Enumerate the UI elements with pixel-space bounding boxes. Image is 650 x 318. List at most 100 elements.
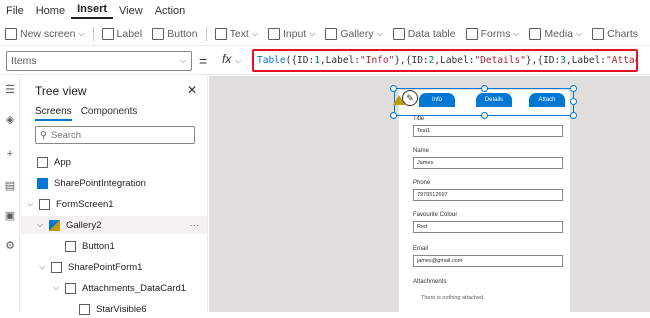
email-input[interactable]: james@gmail.com <box>413 255 563 267</box>
media-icon[interactable]: ▣ <box>4 210 16 222</box>
new-screen-button[interactable]: New screen ⌵ <box>0 27 90 40</box>
data-table-icon <box>392 27 405 40</box>
chevron-down-icon: ⌵ <box>53 283 60 292</box>
media-button[interactable]: Media ⌵ <box>524 27 587 40</box>
button-icon <box>152 27 165 40</box>
gallery-icon <box>49 219 60 231</box>
equals-sign: = <box>199 53 208 69</box>
text-button[interactable]: Text ⌵ <box>210 27 263 40</box>
divider <box>205 26 207 41</box>
tree-item-sharepointintegration[interactable]: SharePointIntegration <box>37 174 207 192</box>
gallery-button-info[interactable]: Info <box>419 93 455 107</box>
new-screen-label: New screen <box>20 27 76 40</box>
close-icon[interactable]: ✕ <box>187 83 197 97</box>
input-button[interactable]: Input ⌵ <box>263 27 320 40</box>
name-field: Name James <box>413 148 563 169</box>
design-canvas: Info Details Attach ✎ Title Test1 Name J… <box>209 76 650 312</box>
tree-item-label: Button1 <box>82 240 115 252</box>
tree-item-label: Attachments_DataCard1 <box>82 282 187 294</box>
property-dropdown[interactable]: Items ⌵ <box>6 51 192 71</box>
formula-bar: Items ⌵ = fx ⌵ Table ({ID: 1 ,Label: "Info"}… <box>0 47 650 75</box>
tree-item-label: App <box>54 156 71 168</box>
title-field: Title Test1 <box>413 116 563 137</box>
search-input[interactable] <box>50 129 181 141</box>
media-button-label: Media <box>544 27 574 40</box>
gallery-button-details[interactable]: Details <box>476 93 512 107</box>
field-label: Title <box>413 116 425 122</box>
name-input[interactable]: James <box>413 157 563 169</box>
fx-button[interactable]: fx ⌵ <box>222 52 241 66</box>
search-box[interactable]: ⚲ <box>35 126 195 144</box>
phone-input[interactable]: 7979512697 <box>413 189 563 201</box>
chevron-down-icon: ⌵ <box>309 28 316 38</box>
formula-token: ({ID: <box>285 55 315 66</box>
tree-item-attachments-datacard1[interactable]: ⌵ Attachments_DataCard1 <box>53 279 208 297</box>
chevron-down-icon: ⌵ <box>37 220 44 229</box>
formula-token: "Attach" <box>606 55 636 66</box>
edit-icon[interactable]: ✎ <box>402 90 418 106</box>
tree-tabs: Screens Components <box>35 106 137 121</box>
field-label: Name <box>413 148 430 154</box>
formula-token: "Details" <box>474 55 526 66</box>
menu-action[interactable]: Action <box>149 5 192 17</box>
favourite-colour-input[interactable]: Red <box>413 221 563 233</box>
resize-handle[interactable] <box>390 112 397 119</box>
chevron-down-icon: ⌵ <box>179 56 186 65</box>
formula-token: ,Label: <box>319 55 360 66</box>
label-button[interactable]: Label <box>97 27 148 40</box>
gallery-button[interactable]: Gallery ⌵ <box>320 27 387 40</box>
favourite-colour-field: Favourite Colour Red <box>413 212 563 233</box>
resize-handle[interactable] <box>570 85 577 92</box>
plus-icon[interactable]: + <box>4 148 16 160</box>
resize-handle[interactable] <box>570 112 577 119</box>
formula-token: },{ID: <box>525 55 561 66</box>
data-table-button[interactable]: Data table <box>388 27 461 40</box>
field-label: Email <box>413 246 429 252</box>
tree-item-label: Gallery2 <box>66 219 102 231</box>
datacard-icon <box>65 282 76 294</box>
menu-home[interactable]: Home <box>30 5 71 17</box>
menu-file[interactable]: File <box>0 5 30 17</box>
chevron-down-icon: ⌵ <box>376 28 383 38</box>
tree-item-formscreen1[interactable]: ⌵ FormScreen1 <box>27 195 207 213</box>
tree-item-button1[interactable]: Button1 <box>65 237 205 255</box>
attachments-field: Attachments <box>413 279 563 288</box>
chevron-down-icon: ⌵ <box>78 28 85 38</box>
field-label: Attachments <box>413 279 447 285</box>
input-button-label: Input <box>282 27 307 40</box>
tab-components[interactable]: Components <box>81 106 138 121</box>
divider <box>92 26 94 41</box>
tree-item-app[interactable]: App <box>37 153 207 171</box>
title-input[interactable]: Test1 <box>413 125 563 137</box>
forms-button[interactable]: Forms ⌵ <box>461 27 525 40</box>
control-icon <box>79 303 90 315</box>
gallery-button-attach[interactable]: Attach <box>529 93 565 107</box>
insert-ribbon: New screen ⌵ Label Button Text ⌵ Input ⌵… <box>0 22 650 46</box>
menu-insert[interactable]: Insert <box>71 3 114 19</box>
button-button[interactable]: Button <box>147 27 202 40</box>
menu-view[interactable]: View <box>113 5 149 17</box>
tree-item-sharepointform1[interactable]: ⌵ SharePointForm1 <box>39 258 209 276</box>
tree-view-title: Tree view <box>35 84 87 98</box>
tree-item-starvisible6[interactable]: StarVisible6 <box>79 300 207 318</box>
formula-token: ,Label: <box>434 55 475 66</box>
charts-button[interactable]: Charts <box>587 27 643 40</box>
tree-item-gallery2[interactable]: ⌵ Gallery2 ··· <box>21 216 207 234</box>
text-button-label: Text <box>229 27 249 40</box>
resize-handle[interactable] <box>481 85 488 92</box>
database-icon[interactable]: ▤ <box>4 180 16 192</box>
layers-icon[interactable]: ◈ <box>4 114 16 126</box>
more-options-icon[interactable]: ··· <box>190 220 200 231</box>
resize-handle[interactable] <box>570 98 577 105</box>
button-button-label: Button <box>167 27 198 40</box>
button-icon <box>65 240 76 252</box>
tools-icon[interactable]: ⚙ <box>4 240 16 252</box>
menu-bar: File Home Insert View Action <box>0 0 650 22</box>
formula-token: },{ID: <box>394 55 429 66</box>
tab-screens[interactable]: Screens <box>35 106 72 121</box>
formula-input[interactable]: Table ({ID: 1 ,Label: "Info"},{ID: 2 ,Label: "D… <box>252 49 638 72</box>
fx-label: fx <box>222 52 232 66</box>
hamburger-menu-icon[interactable]: ☰ <box>4 84 16 96</box>
new-screen-icon <box>5 27 17 40</box>
resize-handle[interactable] <box>390 85 397 92</box>
